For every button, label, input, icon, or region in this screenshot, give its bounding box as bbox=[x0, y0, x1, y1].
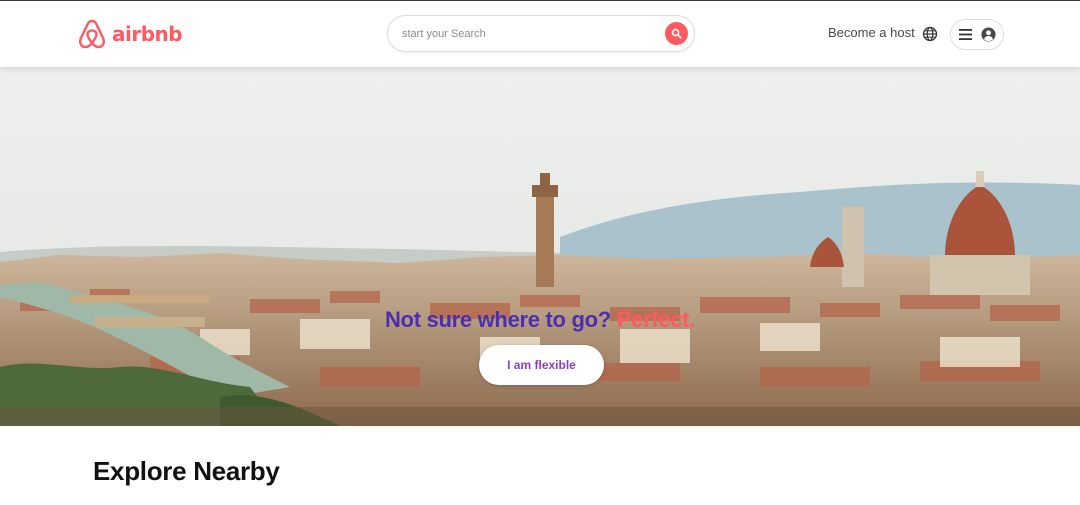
search-button[interactable] bbox=[665, 22, 688, 45]
search-icon bbox=[671, 28, 682, 39]
explore-nearby-heading: Explore Nearby bbox=[93, 456, 280, 486]
hero-headline: Not sure where to go? Perfect. bbox=[0, 307, 1080, 333]
user-avatar-icon bbox=[980, 27, 996, 42]
search-bar bbox=[387, 15, 695, 52]
hero-banner: Not sure where to go? Perfect. I am flex… bbox=[0, 67, 1080, 426]
globe-icon[interactable] bbox=[922, 26, 938, 42]
hero-headline-part2: Perfect. bbox=[616, 307, 696, 332]
brand-logo[interactable]: airbnb bbox=[78, 18, 183, 50]
flexible-button[interactable]: I am flexible bbox=[479, 345, 604, 385]
user-menu-button[interactable] bbox=[950, 19, 1004, 50]
become-host-link[interactable]: Become a host bbox=[828, 25, 915, 40]
hero-headline-part1: Not sure where to go? bbox=[384, 307, 611, 332]
hamburger-menu-icon bbox=[958, 29, 972, 40]
search-input[interactable] bbox=[402, 25, 652, 43]
brand-name: airbnb bbox=[112, 22, 183, 46]
top-navbar: airbnb Become a host bbox=[0, 1, 1080, 67]
airbnb-belo-icon bbox=[79, 19, 105, 49]
